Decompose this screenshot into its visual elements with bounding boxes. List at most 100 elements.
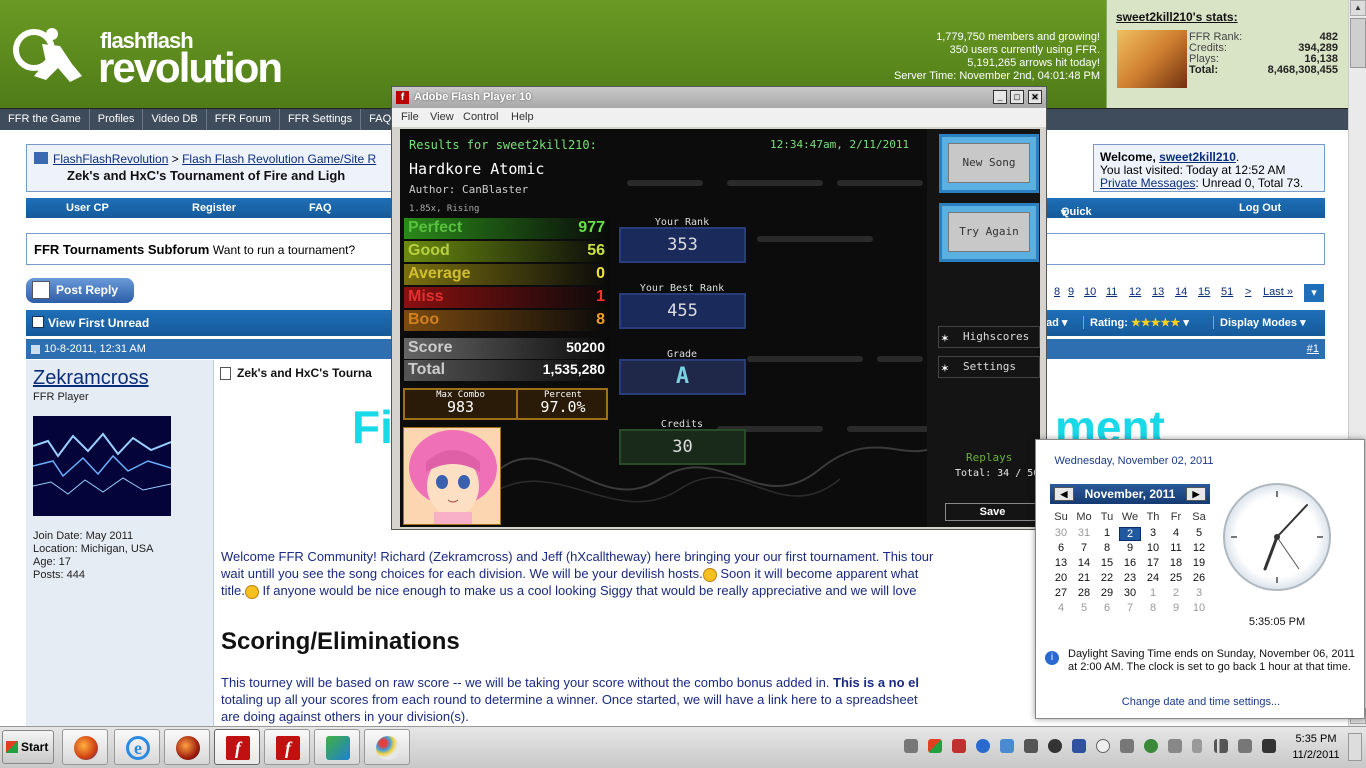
breadcrumb-forum-link[interactable]: Flash Flash Revolution Game/Site R xyxy=(182,152,376,166)
welcome-user-link[interactable]: sweet2kill210 xyxy=(1159,150,1236,164)
start-button[interactable]: Start xyxy=(2,730,54,764)
nav-ffr-settings[interactable]: FFR Settings xyxy=(280,109,362,130)
calendar-day[interactable]: 4 xyxy=(1050,602,1072,614)
camera-icon[interactable] xyxy=(1024,739,1038,753)
calendar-day[interactable]: 25 xyxy=(1165,572,1187,584)
scroll-up-icon[interactable]: ▲ xyxy=(1350,0,1366,16)
calendar-day[interactable]: 29 xyxy=(1096,587,1118,599)
security-alert-icon[interactable] xyxy=(952,739,966,753)
view-first-unread-link[interactable]: View First Unread xyxy=(48,316,149,330)
calendar-day[interactable]: 27 xyxy=(1050,587,1072,599)
thread-tools-partial[interactable]: ad ▾ xyxy=(1046,316,1084,329)
headset-icon[interactable] xyxy=(904,739,918,753)
calendar-day[interactable]: 5 xyxy=(1188,527,1210,539)
user-cp-link[interactable]: User CP xyxy=(66,202,109,214)
site-logo[interactable]: flashflash revolution xyxy=(12,22,312,92)
signal-icon[interactable] xyxy=(1214,739,1228,753)
month-label[interactable]: November, 2011 xyxy=(1085,487,1176,501)
messenger-task-button[interactable] xyxy=(314,729,360,765)
flash-task-button[interactable]: f xyxy=(264,729,310,765)
calendar-day[interactable]: 3 xyxy=(1188,587,1210,599)
speaker-icon[interactable] xyxy=(1120,739,1134,753)
home-icon[interactable] xyxy=(34,152,48,164)
minimize-icon[interactable]: _ xyxy=(993,90,1007,104)
page-link[interactable]: 14 xyxy=(1175,286,1187,298)
page-link[interactable]: 8 xyxy=(1054,286,1060,298)
save-replay-button[interactable]: Save xyxy=(945,503,1040,521)
calendar-day[interactable]: 1 xyxy=(1096,527,1118,539)
ie-task-button[interactable]: e xyxy=(114,729,160,765)
calendar-day[interactable]: 13 xyxy=(1050,557,1072,569)
page-link[interactable]: 11 xyxy=(1106,286,1117,298)
calendar-day[interactable]: 28 xyxy=(1073,587,1095,599)
breadcrumb-home-link[interactable]: FlashFlashRevolution xyxy=(53,152,168,166)
page-link[interactable]: 9 xyxy=(1068,286,1074,298)
log-out-link[interactable]: Log Out xyxy=(1239,202,1281,214)
sphere-task-button[interactable] xyxy=(164,729,210,765)
prev-month-icon[interactable]: ◀ xyxy=(1054,487,1074,501)
menu-file[interactable]: File xyxy=(401,111,419,123)
next-page-link[interactable]: > xyxy=(1245,286,1251,298)
calendar-day[interactable]: 6 xyxy=(1096,602,1118,614)
flash-task-button-active[interactable]: f xyxy=(214,729,260,765)
media-icon[interactable] xyxy=(1048,739,1062,753)
calendar-day[interactable]: 9 xyxy=(1119,542,1141,554)
calendar-day[interactable]: 11 xyxy=(1165,542,1187,554)
change-date-time-link[interactable]: Change date and time settings... xyxy=(1036,696,1366,708)
nav-ffr-forum[interactable]: FFR Forum xyxy=(207,109,280,130)
printer-icon[interactable] xyxy=(1168,739,1182,753)
calendar-day[interactable]: 19 xyxy=(1188,557,1210,569)
calendar-day[interactable]: 2 xyxy=(1165,587,1187,599)
last-page-link[interactable]: Last » xyxy=(1263,286,1293,298)
calendar-day[interactable]: 7 xyxy=(1073,542,1095,554)
page-link[interactable]: 15 xyxy=(1198,286,1210,298)
next-month-icon[interactable]: ▶ xyxy=(1186,487,1206,501)
calendar-day[interactable]: 6 xyxy=(1050,542,1072,554)
calendar-day[interactable]: 1 xyxy=(1142,587,1164,599)
flash-window-titlebar[interactable]: f Adobe Flash Player 10 _ □ ✕ xyxy=(392,87,1046,108)
register-link[interactable]: Register xyxy=(192,202,236,214)
highscores-button[interactable]: ✶ Highscores xyxy=(938,326,1040,348)
calendar-day[interactable]: 9 xyxy=(1165,602,1187,614)
sync-icon[interactable] xyxy=(1144,739,1158,753)
calendar-day[interactable]: 4 xyxy=(1165,527,1187,539)
scroll-thumb[interactable] xyxy=(1350,18,1366,68)
calendar-day[interactable]: 17 xyxy=(1142,557,1164,569)
page-link[interactable]: 51 xyxy=(1221,286,1233,298)
settings-button[interactable]: ✶ Settings xyxy=(938,356,1040,378)
volume-icon[interactable] xyxy=(1238,739,1252,753)
full-date-link[interactable]: Wednesday, November 02, 2011 xyxy=(1036,455,1232,467)
menu-control[interactable]: Control xyxy=(463,111,498,123)
nav-profiles[interactable]: Profiles xyxy=(90,109,144,130)
calendar-day[interactable]: 5 xyxy=(1073,602,1095,614)
calendar-day[interactable]: 18 xyxy=(1165,557,1187,569)
menu-view[interactable]: View xyxy=(430,111,454,123)
user-stats-title[interactable]: sweet2kill210's stats: xyxy=(1116,10,1238,24)
private-messages-link[interactable]: Private Messages xyxy=(1100,176,1195,190)
new-song-button[interactable]: New Song xyxy=(939,134,1039,193)
post-reply-button[interactable]: Post Reply xyxy=(26,278,134,303)
page-link[interactable]: 10 xyxy=(1084,286,1096,298)
page-link[interactable]: 13 xyxy=(1152,286,1164,298)
show-desktop-button[interactable] xyxy=(1348,733,1362,761)
calendar-day[interactable]: 3 xyxy=(1142,527,1164,539)
calendar-day[interactable]: 15 xyxy=(1096,557,1118,569)
calendar-day[interactable]: 14 xyxy=(1073,557,1095,569)
menu-help[interactable]: Help xyxy=(511,111,534,123)
update-icon[interactable] xyxy=(976,739,990,753)
close-icon[interactable]: ✕ xyxy=(1028,90,1042,104)
battery-icon[interactable] xyxy=(1192,739,1202,753)
paint-task-button[interactable] xyxy=(364,729,410,765)
try-again-button[interactable]: Try Again xyxy=(939,203,1039,262)
calendar-day[interactable]: 8 xyxy=(1142,602,1164,614)
calendar-day[interactable]: 22 xyxy=(1096,572,1118,584)
display-modes-menu[interactable]: Display Modes ▾ xyxy=(1220,316,1306,329)
monitor-icon[interactable] xyxy=(1262,739,1276,753)
network-monitor-icon[interactable] xyxy=(1000,739,1014,753)
calendar-day[interactable]: 30 xyxy=(1050,527,1072,539)
page-link[interactable]: 12 xyxy=(1129,286,1141,298)
nav-ffr-game[interactable]: FFR the Game xyxy=(0,109,90,130)
calendar-day[interactable]: 10 xyxy=(1142,542,1164,554)
calendar-day[interactable]: 31 xyxy=(1073,527,1095,539)
disc-icon[interactable] xyxy=(1096,739,1110,753)
